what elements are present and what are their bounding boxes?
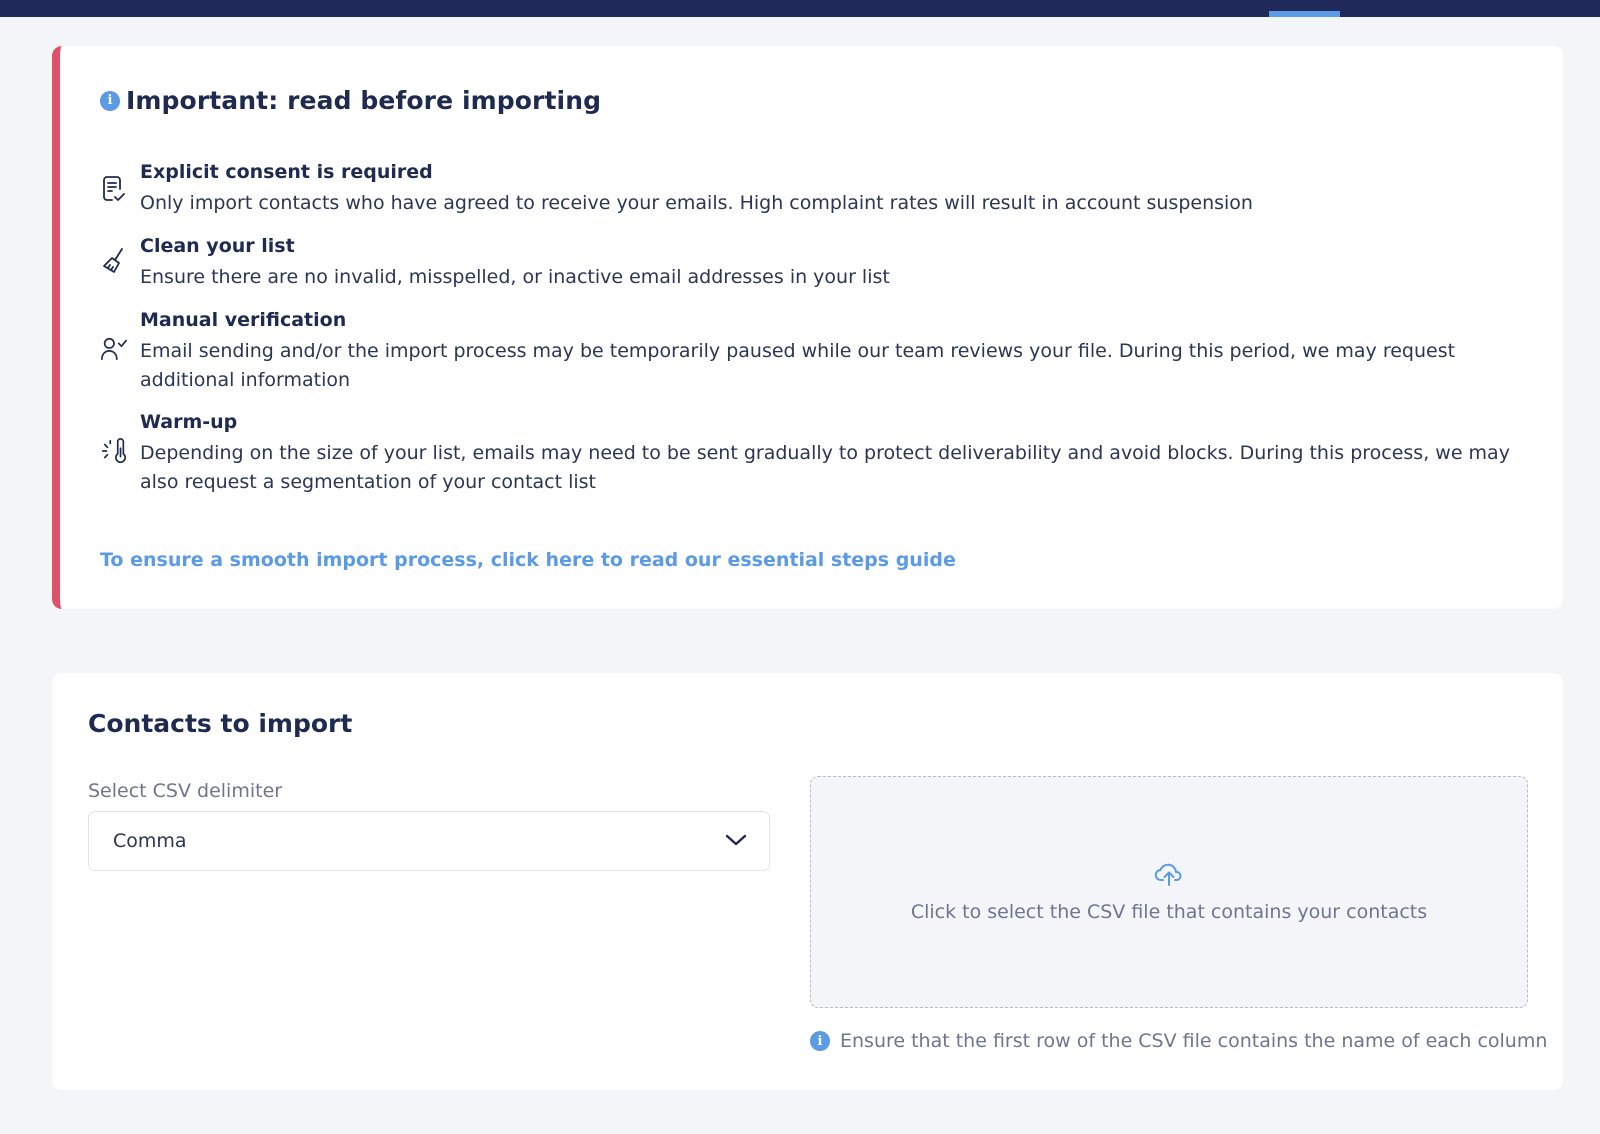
csv-delimiter-select[interactable]: Comma: [88, 811, 770, 871]
notice-item-heading: Warm-up: [140, 411, 238, 433]
section-title: Contacts to import: [88, 709, 353, 738]
notice-item-heading: Clean your list: [140, 235, 295, 257]
thermometer-icon: [100, 437, 128, 465]
notice-item-verification: Manual verification Email sending and/or…: [100, 307, 1530, 395]
notice-item-description: Depending on the size of your list, emai…: [140, 442, 1510, 493]
notice-item-consent: Explicit consent is required Only import…: [100, 159, 1530, 218]
dropzone-text: Click to select the CSV file that contai…: [910, 901, 1428, 923]
user-check-icon: [100, 335, 128, 363]
essential-steps-guide-link[interactable]: To ensure a smooth import process, click…: [100, 549, 956, 571]
import-notice-card: i Important: read before importing Expli…: [52, 46, 1563, 609]
delimiter-label: Select CSV delimiter: [88, 780, 283, 802]
hint-text: Ensure that the first row of the CSV fil…: [840, 1030, 1548, 1052]
info-icon: i: [810, 1031, 830, 1051]
checklist-icon: [100, 175, 128, 203]
delimiter-selected-value: Comma: [113, 830, 187, 852]
csv-header-hint: i Ensure that the first row of the CSV f…: [810, 1030, 1547, 1052]
chevron-down-icon: [725, 832, 747, 851]
notice-title: Important: read before importing: [126, 86, 602, 115]
notice-item-description: Email sending and/or the import process …: [140, 340, 1456, 391]
notice-header: i Important: read before importing: [100, 86, 601, 115]
csv-file-dropzone[interactable]: Click to select the CSV file that contai…: [810, 776, 1528, 1008]
top-navbar: [0, 0, 1600, 17]
broom-icon: [100, 247, 128, 275]
upload-cloud-icon: [1154, 861, 1184, 891]
notice-item-warmup: Warm-up Depending on the size of your li…: [100, 409, 1530, 497]
info-icon: i: [100, 90, 120, 111]
active-tab-indicator: [1269, 11, 1340, 17]
notice-item-heading: Manual verification: [140, 309, 347, 331]
notice-item-description: Ensure there are no invalid, misspelled,…: [140, 266, 890, 288]
notice-item-heading: Explicit consent is required: [140, 161, 433, 183]
notice-item-clean: Clean your list Ensure there are no inva…: [100, 233, 1530, 292]
contacts-import-card: Contacts to import Select CSV delimiter …: [52, 673, 1563, 1090]
notice-item-description: Only import contacts who have agreed to …: [140, 192, 1253, 214]
